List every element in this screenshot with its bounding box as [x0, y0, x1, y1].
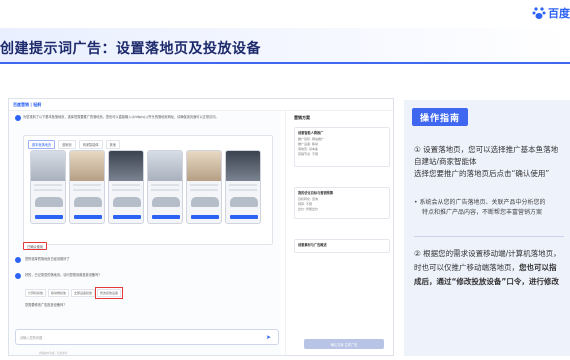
bot-avatar-icon [15, 273, 21, 279]
tab-landing-3[interactable]: 其他 [105, 140, 120, 149]
guide-step2-bold: 成后，通过“修改投放设备”口令，进行修改 [414, 277, 559, 286]
guide-step2-line: ② 根据您的需求设置移动端/计算机落地页， [414, 249, 561, 258]
chat-intro: 为您找到了以下基本鱼落地页，选择您需要推广的落地页，您也可以直接输入以http(… [23, 115, 219, 119]
marketing-panel: 营销方案 创意智能人群推广 推广目标: 网站推广 推广设备: 移动 落地页: 基… [285, 111, 393, 355]
chat-device-msg: 好的，已记录您的落地页。请问您想设置投放设备吗？ [25, 273, 102, 277]
guide-step1-line: ① 设置落地页，您可以选择推广基本鱼落地 [414, 145, 559, 154]
device-chips: 计算机投放 移动端投放 全部设备投放 修改投放设备 [25, 287, 124, 299]
guide-bullet-line: 特点和推广产品内容，不断帮您丰富营销方案 [422, 209, 543, 216]
panel-box-creative: 创意素材与广告概述 [294, 239, 390, 253]
guide-step2-bold-inline: 您也可以指 [519, 263, 557, 272]
panel-row: 出价: 智能出价 [298, 207, 318, 211]
chip-computer[interactable]: 计算机投放 [25, 289, 47, 297]
page-title: 创建提示词广告：设置落地页及投放设备 [0, 41, 261, 57]
guide-step2-line: 时也可以仅推广移动端落地页，您也可以指 [414, 262, 557, 273]
landing-preview[interactable] [225, 150, 261, 224]
chat-footer: 内容由AI生成，仅供参考 [39, 352, 68, 355]
panel-box-budget: 我的优化目标与营销预算 目标转化: 咨询 预算: 不限 出价: 智能出价 [294, 187, 390, 219]
panel-box-title: 创意智能人群推广 [298, 131, 324, 135]
chat-input[interactable]: 请输入您的问题 ➤ [15, 329, 279, 345]
chip-all[interactable]: 全部设备投放 [71, 289, 96, 297]
landing-page-card: 基本鱼落地页 营销页 商家智能体 其他 [23, 135, 273, 245]
send-icon[interactable]: ➤ [266, 334, 273, 341]
panel-box-target: 创意智能人群推广 推广目标: 网站推广 推广设备: 移动 落地页: 基本鱼 营销… [294, 127, 390, 167]
confirm-use-button[interactable]: 已确认使用 [23, 242, 47, 250]
chat-input-placeholder: 请输入您的问题 [20, 336, 43, 340]
tab-landing-1[interactable]: 营销页 [58, 140, 76, 149]
guide-divider [414, 236, 564, 237]
chat-followup: 您需要修改广告投放设备吗？ [25, 303, 67, 307]
panel-row: 营销节点: 不限 [298, 152, 318, 156]
panel-box-title: 我的优化目标与营销预算 [298, 191, 334, 195]
bot-avatar-icon [15, 257, 21, 263]
landing-preview[interactable] [186, 150, 222, 224]
guide-badge: 操作指南 [412, 108, 468, 126]
panel-title: 营销方案 [294, 115, 310, 120]
guide-step1-line: 选择您要推广的落地页后点击“确认使用” [414, 169, 550, 178]
tab-landing-0[interactable]: 基本鱼落地页 [28, 140, 56, 149]
landing-preview[interactable] [69, 150, 105, 224]
panel-box-title: 创意素材与广告概述 [298, 243, 327, 247]
landing-preview[interactable] [108, 150, 144, 224]
bot-avatar-icon [15, 115, 21, 121]
baidu-logo: 百度 [532, 2, 570, 24]
slide: 百度 创建提示词广告：设置落地页及投放设备 百度营销 | 轻舸 为您找到了以下基… [0, 0, 570, 360]
landing-page-previews [30, 150, 261, 224]
operation-guide: 操作指南 ① 设置落地页，您可以选择推广基本鱼落地 自建站/商家智能体 选择您要… [404, 100, 570, 356]
chip-modify-device[interactable]: 修改投放设备 [95, 287, 124, 299]
landing-tabs: 基本鱼落地页 营销页 商家智能体 其他 [28, 140, 120, 149]
app-top-bar: 百度营销 | 轻舸 [9, 99, 393, 111]
landing-preview[interactable] [147, 150, 183, 224]
chat-area: 为您找到了以下基本鱼落地页，选择您需要推广的落地页，您也可以直接输入以http(… [9, 111, 281, 355]
guide-step2-text: 时也可以仅推广移动端落地页， [414, 263, 519, 272]
guide-step1-line: 自建站/商家智能体 [414, 157, 477, 166]
guide-bullet-line: • 系统会从您的广告落地页、关联产品中分析您的 [414, 199, 546, 206]
title-bar: 创建提示词广告：设置落地页及投放设备 [0, 28, 570, 64]
paw-logo-icon [532, 7, 546, 19]
chat-selected-msg: 您所选择的落地页已经设置好了 [25, 257, 70, 261]
tab-landing-2[interactable]: 商家智能体 [78, 140, 103, 149]
landing-preview[interactable] [30, 150, 66, 224]
app-brand: 百度营销 | 轻舸 [13, 101, 42, 107]
logo-text: 百度 [548, 7, 570, 20]
app-screenshot: 百度营销 | 轻舸 为您找到了以下基本鱼落地页，选择您需要推广的落地页，您也可以… [8, 98, 394, 356]
chip-mobile[interactable]: 移动端投放 [48, 289, 70, 297]
generate-ad-button[interactable]: 确认方案 生成广告 [304, 339, 384, 349]
